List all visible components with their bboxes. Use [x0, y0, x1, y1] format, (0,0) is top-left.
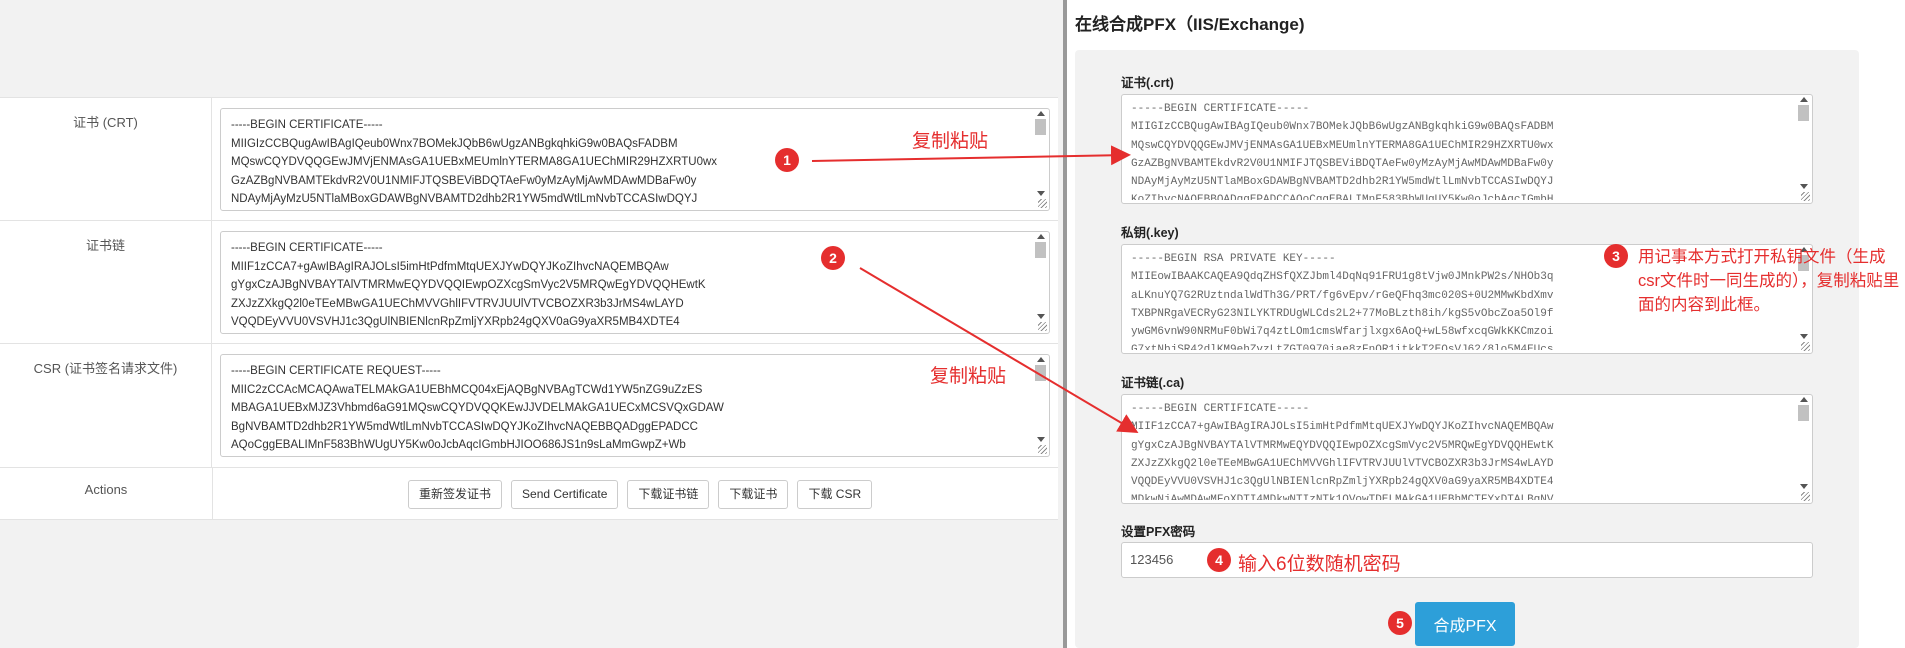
step-1-badge: 1	[775, 148, 799, 172]
annotation-arrows	[811, 145, 1139, 434]
annotation-paste-2: 复制粘贴	[930, 366, 1007, 387]
annotation-password-note: 输入6位数随机密码	[1238, 554, 1401, 575]
arrow-1	[811, 145, 1131, 166]
annotation-paste-1: 复制粘贴	[912, 131, 989, 152]
step-5-badge: 5	[1388, 611, 1412, 635]
arrow-2	[859, 267, 1139, 434]
step-2-badge: 2	[821, 246, 845, 270]
step-3-badge: 3	[1604, 244, 1628, 268]
step-4-badge: 4	[1207, 548, 1231, 572]
annotation-key-note: 用记事本方式打开私钥文件（生成csr文件时一同生成的），复制粘贴里面的内容到此框…	[1638, 248, 1900, 314]
